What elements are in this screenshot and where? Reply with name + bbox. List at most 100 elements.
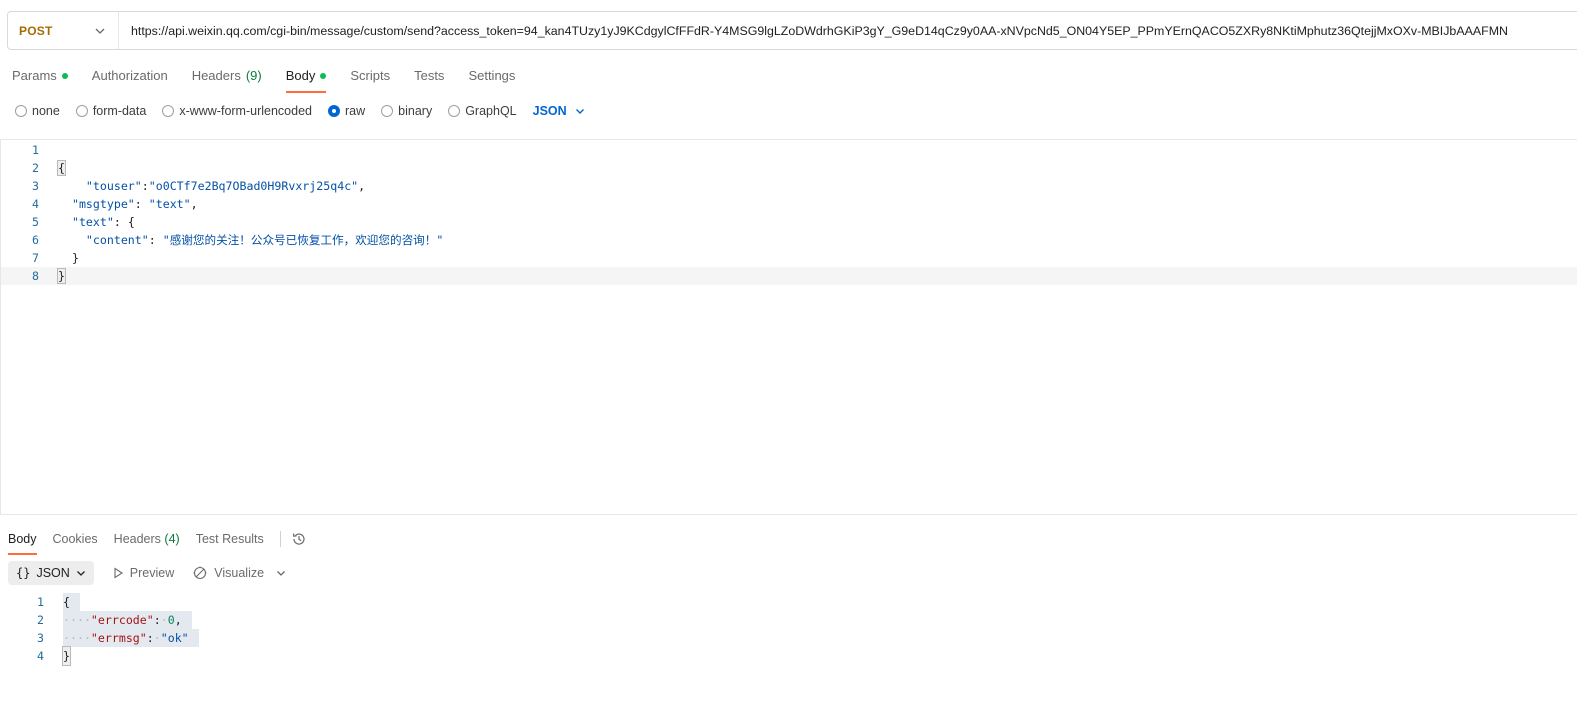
body-type-none[interactable]: none bbox=[15, 104, 60, 118]
body-type-binary[interactable]: binary bbox=[381, 104, 432, 118]
line-number: 3 bbox=[37, 631, 44, 645]
tab-divider bbox=[279, 531, 281, 547]
tab-label: Settings bbox=[468, 68, 516, 83]
format-select[interactable]: JSON bbox=[533, 104, 585, 118]
line-number: 1 bbox=[32, 143, 39, 157]
tab-label: Body bbox=[8, 532, 37, 546]
tab-authorization[interactable]: Authorization bbox=[80, 62, 180, 90]
body-type-raw[interactable]: raw bbox=[328, 104, 365, 118]
chevron-down-icon bbox=[277, 571, 286, 576]
code-text: { bbox=[63, 593, 80, 611]
line-number: 6 bbox=[32, 233, 39, 247]
radio-label: none bbox=[32, 104, 60, 118]
tab-label: Test Results bbox=[195, 532, 264, 546]
active-dot bbox=[61, 73, 68, 79]
response-tab-headers[interactable]: Headers (4) bbox=[106, 527, 188, 551]
code-line: 2{ bbox=[1, 159, 1577, 177]
code-text: } bbox=[58, 251, 79, 265]
play-icon bbox=[114, 567, 123, 579]
response-tab-body[interactable]: Body bbox=[0, 527, 45, 555]
code-line: 6 "content": "感谢您的关注！公众号已恢复工作，欢迎您的咨询！" bbox=[1, 231, 1577, 249]
code-text: "text": { bbox=[71, 215, 135, 229]
tab-headers[interactable]: Headers (9) bbox=[180, 62, 274, 90]
tab-count: (9) bbox=[245, 68, 262, 83]
response-tab-test-results[interactable]: Test Results bbox=[188, 527, 272, 551]
response-tab-cookies[interactable]: Cookies bbox=[45, 527, 106, 551]
response-format-select[interactable]: {} JSON bbox=[8, 561, 94, 585]
code-line-active: 8} bbox=[1, 267, 1577, 285]
line-number: 1 bbox=[37, 595, 44, 609]
line-number: 7 bbox=[32, 251, 39, 265]
tab-label: Cookies bbox=[52, 532, 98, 546]
code-text: } bbox=[57, 268, 66, 284]
json-key: "msgtype" bbox=[71, 197, 135, 211]
tab-count: (4) bbox=[164, 532, 180, 546]
request-body-editor[interactable]: 1 2{ 3 "touser":"o0CTf7e2Bq7OBad0H9Rvxrj… bbox=[0, 139, 1577, 515]
tab-label: Scripts bbox=[350, 68, 391, 83]
tab-tests[interactable]: Tests bbox=[402, 62, 456, 90]
method-select[interactable]: POST bbox=[8, 12, 119, 49]
json-key: "errcode" bbox=[90, 613, 154, 627]
method-label: POST bbox=[19, 23, 53, 38]
response-toolbar: {} JSON Preview Visualize bbox=[8, 561, 286, 585]
code-line: 7 } bbox=[1, 249, 1577, 267]
tab-scripts[interactable]: Scripts bbox=[338, 62, 402, 90]
code-text: ····"errcode":·0, bbox=[63, 611, 192, 629]
preview-label: Preview bbox=[129, 566, 175, 580]
visualize-label: Visualize bbox=[214, 566, 265, 580]
radio-label: raw bbox=[345, 104, 366, 118]
tab-params[interactable]: Params bbox=[0, 62, 80, 90]
tab-label: Tests bbox=[414, 68, 445, 83]
radio-icon[interactable] bbox=[381, 105, 394, 117]
json-key: "touser" bbox=[85, 179, 142, 193]
response-tabs: Body Cookies Headers (4) Test Results bbox=[0, 525, 313, 555]
visualize-button[interactable]: Visualize bbox=[192, 565, 264, 581]
tab-body[interactable]: Body bbox=[274, 62, 339, 93]
body-type-form-data[interactable]: form-data bbox=[75, 104, 147, 118]
line-number: 8 bbox=[32, 269, 39, 283]
url-input[interactable]: https://api.weixin.qq.com/cgi-bin/messag… bbox=[119, 24, 1508, 38]
radio-icon[interactable] bbox=[448, 105, 461, 117]
json-value: "o0CTf7e2Bq7OBad0H9Rvxrj25q4c" bbox=[148, 179, 359, 193]
radio-selected-icon[interactable] bbox=[328, 105, 340, 117]
request-tabs: Params Authorization Headers (9) Body Scr… bbox=[0, 62, 527, 93]
body-type-selector: none form-data x-www-form-urlencoded raw… bbox=[15, 102, 585, 120]
tab-label: Body bbox=[285, 68, 316, 83]
json-value: 0 bbox=[167, 613, 175, 627]
radio-label: form-data bbox=[92, 104, 147, 118]
preview-button[interactable]: Preview bbox=[112, 566, 174, 580]
visualize-icon bbox=[193, 566, 207, 580]
format-label: JSON bbox=[36, 566, 70, 580]
chevron-down-icon bbox=[575, 109, 584, 114]
code-line: 4 "msgtype": "text", bbox=[1, 195, 1577, 213]
visualize-dropdown[interactable] bbox=[276, 568, 286, 578]
braces-icon: {} bbox=[16, 566, 31, 580]
radio-icon[interactable] bbox=[162, 105, 175, 117]
history-button[interactable] bbox=[285, 527, 313, 551]
body-type-urlencoded[interactable]: x-www-form-urlencoded bbox=[162, 104, 312, 118]
radio-icon[interactable] bbox=[75, 105, 88, 117]
tab-settings[interactable]: Settings bbox=[456, 62, 527, 90]
code-text: } bbox=[62, 646, 71, 666]
radio-label: GraphQL bbox=[465, 104, 517, 118]
code-text: { bbox=[57, 160, 66, 176]
chevron-down-icon bbox=[76, 571, 85, 576]
tab-label: Authorization bbox=[91, 68, 168, 83]
json-key: "errmsg" bbox=[90, 631, 147, 645]
radio-icon[interactable] bbox=[15, 105, 27, 117]
json-value: "ok" bbox=[160, 631, 189, 645]
line-number: 4 bbox=[32, 197, 39, 211]
active-dot bbox=[320, 73, 327, 79]
tab-label: Headers bbox=[113, 532, 161, 546]
tab-label: Params bbox=[12, 68, 57, 83]
code-line: 1 bbox=[1, 141, 1577, 159]
json-value: "text" bbox=[148, 197, 191, 211]
line-number: 2 bbox=[32, 161, 39, 175]
tab-label: Headers bbox=[191, 68, 241, 83]
format-label: JSON bbox=[532, 104, 567, 118]
history-icon bbox=[292, 533, 305, 545]
body-type-graphql[interactable]: GraphQL bbox=[448, 104, 517, 118]
json-key: "content" bbox=[85, 233, 149, 247]
line-number: 4 bbox=[37, 649, 44, 663]
url-bar: POST https://api.weixin.qq.com/cgi-bin/m… bbox=[7, 11, 1577, 50]
